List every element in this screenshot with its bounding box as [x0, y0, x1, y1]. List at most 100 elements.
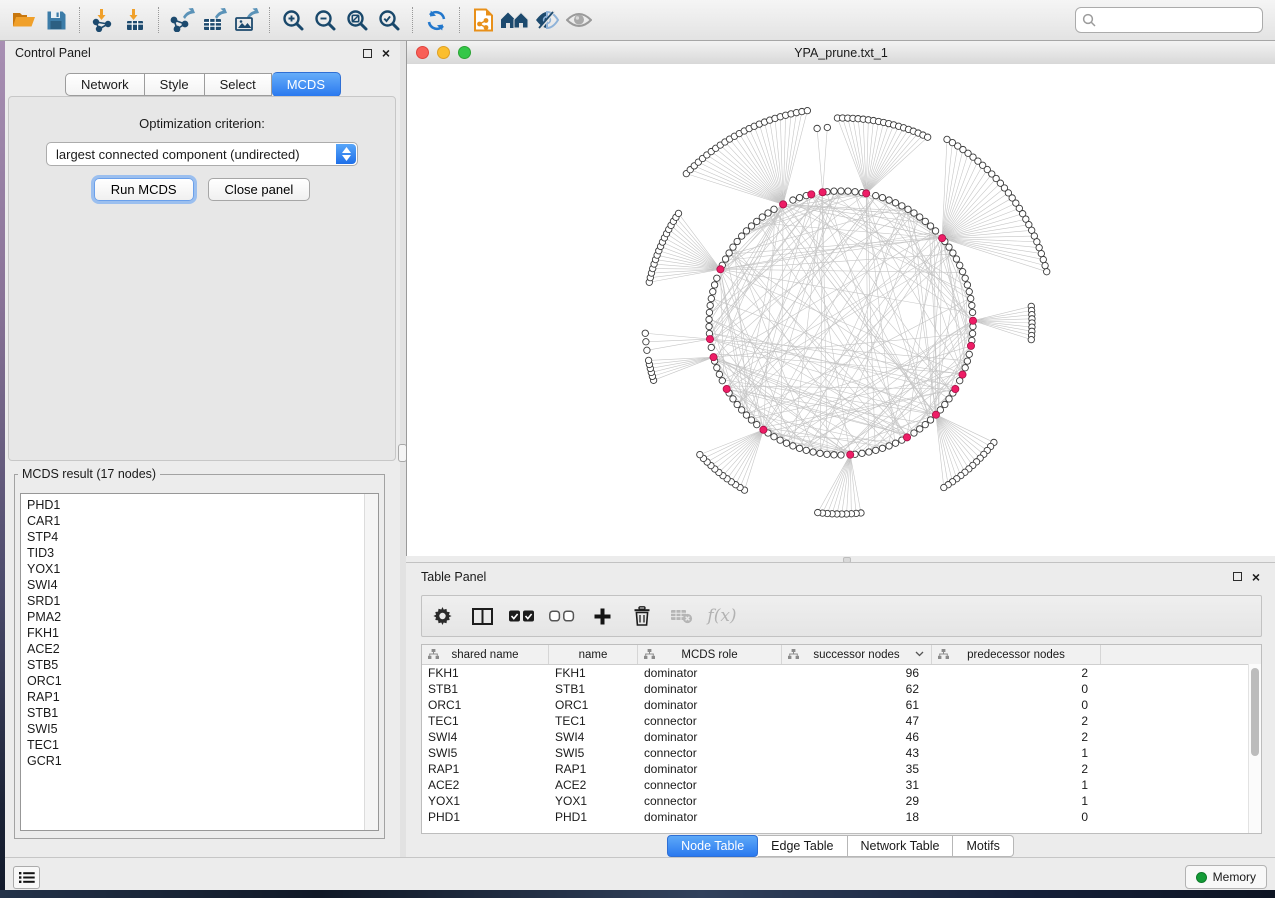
- cell-successor-nodes[interactable]: 43: [782, 746, 932, 760]
- graph-node[interactable]: [790, 197, 796, 203]
- mcds-node[interactable]: [710, 354, 717, 361]
- cell-successor-nodes[interactable]: 18: [782, 810, 932, 824]
- home-view-button[interactable]: [499, 5, 531, 35]
- tab-mcds[interactable]: MCDS: [272, 72, 341, 97]
- cell-name[interactable]: YOX1: [549, 794, 638, 808]
- graph-node[interactable]: [743, 228, 749, 234]
- cell-successor-nodes[interactable]: 29: [782, 794, 932, 808]
- add-column-button[interactable]: [582, 607, 622, 626]
- graph-node[interactable]: [911, 210, 917, 216]
- graph-node[interactable]: [824, 451, 830, 457]
- cell-successor-nodes[interactable]: 46: [782, 730, 932, 744]
- column-header-mcds-role[interactable]: MCDS role: [638, 645, 782, 664]
- deselect-all-button[interactable]: [542, 610, 582, 622]
- graph-node[interactable]: [708, 295, 714, 301]
- graph-node[interactable]: [644, 347, 650, 353]
- graph-node[interactable]: [838, 452, 844, 458]
- float-table-panel-icon[interactable]: [1233, 572, 1242, 581]
- mcds-result-item[interactable]: CAR1: [27, 513, 378, 529]
- graph-node[interactable]: [790, 443, 796, 449]
- graph-node[interactable]: [966, 288, 972, 294]
- graph-node[interactable]: [803, 447, 809, 453]
- column-header-shared-name[interactable]: shared name: [422, 645, 549, 664]
- tab-network[interactable]: Network: [65, 73, 145, 96]
- graph-node[interactable]: [642, 330, 648, 336]
- graph-node[interactable]: [962, 275, 968, 281]
- graph-node[interactable]: [831, 452, 837, 458]
- cell-shared-name[interactable]: RAP1: [422, 762, 549, 776]
- cell-shared-name[interactable]: FKH1: [422, 666, 549, 680]
- graph-node[interactable]: [879, 445, 885, 451]
- graph-node[interactable]: [1036, 244, 1042, 250]
- mcds-node[interactable]: [967, 342, 974, 349]
- graph-node[interactable]: [643, 339, 649, 345]
- cell-predecessor-nodes[interactable]: 0: [932, 682, 1101, 696]
- graph-node[interactable]: [932, 228, 938, 234]
- column-header-successor-nodes[interactable]: successor nodes: [782, 645, 932, 664]
- table-scrollbar[interactable]: [1248, 664, 1261, 833]
- table-row[interactable]: PHD1PHD1dominator180: [422, 809, 1261, 825]
- graph-node[interactable]: [886, 443, 892, 449]
- table-row[interactable]: FKH1FKH1dominator962: [422, 665, 1261, 681]
- memory-button[interactable]: Memory: [1185, 865, 1267, 889]
- mcds-result-item[interactable]: ACE2: [27, 641, 378, 657]
- refresh-layout-button[interactable]: [420, 5, 452, 35]
- graph-node[interactable]: [831, 188, 837, 194]
- graph-node[interactable]: [796, 445, 802, 451]
- mcds-list-scrollbar[interactable]: [364, 494, 378, 830]
- cell-shared-name[interactable]: TEC1: [422, 714, 549, 728]
- mcds-node[interactable]: [808, 191, 815, 198]
- cell-shared-name[interactable]: ACE2: [422, 778, 549, 792]
- cell-mcds-role[interactable]: dominator: [638, 666, 782, 680]
- export-table-button[interactable]: [198, 5, 230, 35]
- close-window-button[interactable]: [416, 46, 429, 59]
- graph-node[interactable]: [796, 194, 802, 200]
- graph-node[interactable]: [911, 430, 917, 436]
- mcds-result-item[interactable]: STB5: [27, 657, 378, 673]
- cell-mcds-role[interactable]: dominator: [638, 698, 782, 712]
- cell-mcds-role[interactable]: dominator: [638, 810, 782, 824]
- graph-node[interactable]: [1040, 256, 1046, 262]
- graph-node[interactable]: [697, 451, 703, 457]
- graph-node[interactable]: [957, 262, 963, 268]
- graph-node[interactable]: [730, 244, 736, 250]
- search-field[interactable]: [1075, 7, 1263, 33]
- graph-node[interactable]: [645, 357, 651, 363]
- tab-node-table[interactable]: Node Table: [667, 835, 758, 857]
- close-panel-icon[interactable]: ×: [382, 48, 390, 58]
- graph-node[interactable]: [719, 378, 725, 384]
- cell-successor-nodes[interactable]: 35: [782, 762, 932, 776]
- column-header-predecessor-nodes[interactable]: predecessor nodes: [932, 645, 1101, 664]
- cell-predecessor-nodes[interactable]: 2: [932, 762, 1101, 776]
- toggle-graphics-details-button[interactable]: [531, 5, 563, 35]
- mcds-result-item[interactable]: SWI4: [27, 577, 378, 593]
- split-panel-button[interactable]: [462, 608, 502, 625]
- graph-node[interactable]: [866, 449, 872, 455]
- export-image-button[interactable]: [230, 5, 262, 35]
- close-panel-button[interactable]: Close panel: [208, 178, 311, 201]
- graph-node[interactable]: [810, 449, 816, 455]
- graph-node[interactable]: [726, 250, 732, 256]
- graph-node[interactable]: [968, 295, 974, 301]
- delete-column-button[interactable]: [622, 606, 662, 626]
- cell-predecessor-nodes[interactable]: 1: [932, 746, 1101, 760]
- mcds-node[interactable]: [952, 385, 959, 392]
- cell-shared-name[interactable]: SWI5: [422, 746, 549, 760]
- graph-node[interactable]: [969, 309, 975, 315]
- graph-node[interactable]: [748, 417, 754, 423]
- mcds-node[interactable]: [903, 434, 910, 441]
- cell-predecessor-nodes[interactable]: 1: [932, 778, 1101, 792]
- optimization-criterion-select[interactable]: largest connected component (undirected): [46, 142, 358, 166]
- tab-select[interactable]: Select: [205, 73, 272, 96]
- import-network-button[interactable]: [87, 5, 119, 35]
- graph-node[interactable]: [966, 351, 972, 357]
- cell-shared-name[interactable]: ORC1: [422, 698, 549, 712]
- graph-node[interactable]: [738, 407, 744, 413]
- mcds-result-item[interactable]: FKH1: [27, 625, 378, 641]
- cell-mcds-role[interactable]: connector: [638, 714, 782, 728]
- cell-mcds-role[interactable]: connector: [638, 794, 782, 808]
- cell-shared-name[interactable]: STB1: [422, 682, 549, 696]
- zoom-window-button[interactable]: [458, 46, 471, 59]
- cell-mcds-role[interactable]: connector: [638, 778, 782, 792]
- cell-shared-name[interactable]: SWI4: [422, 730, 549, 744]
